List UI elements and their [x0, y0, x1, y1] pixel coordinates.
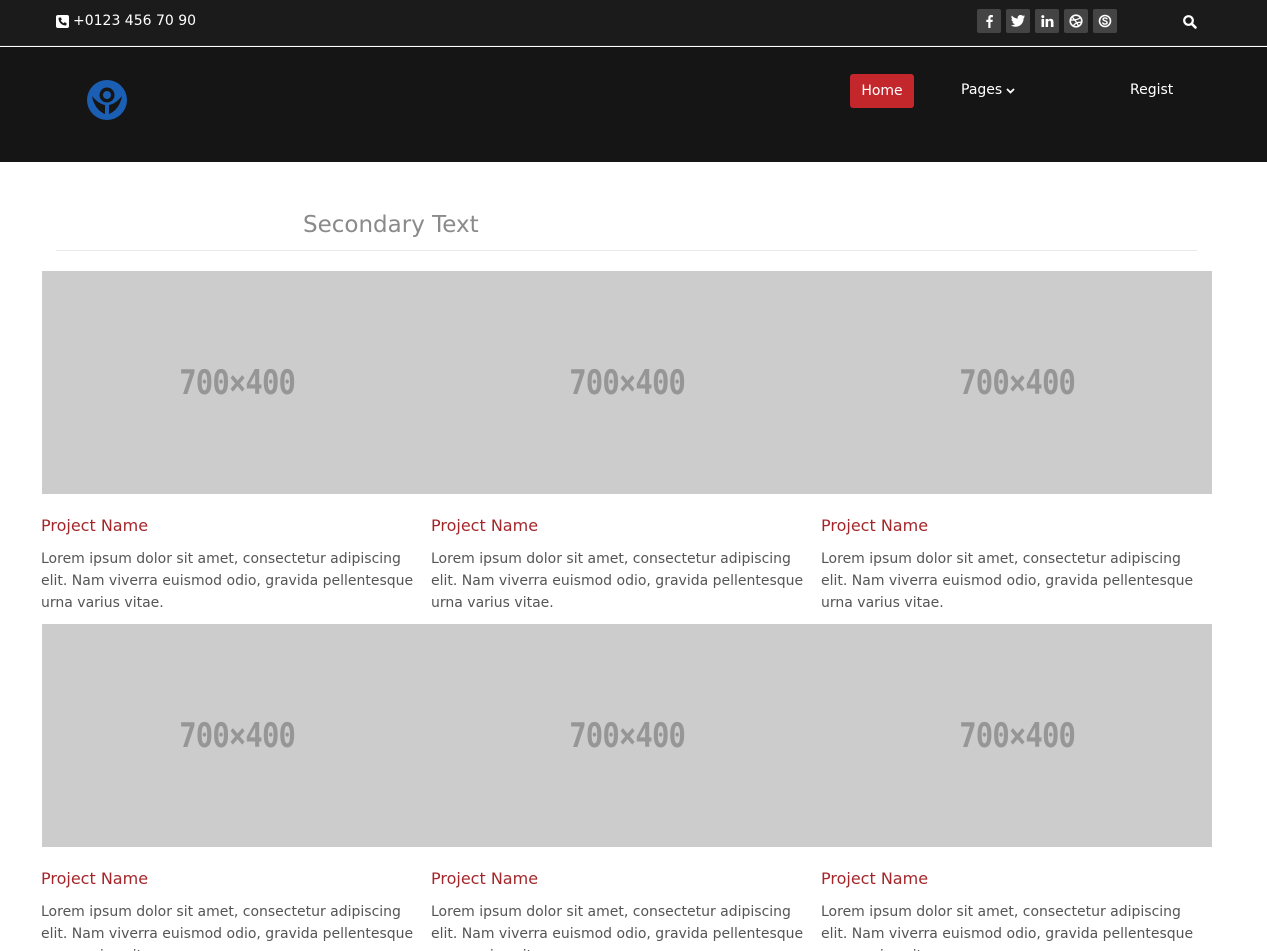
- nav-pages-label: Pages: [961, 82, 1003, 98]
- phone-icon: [56, 14, 69, 28]
- phone-contact: +0123 456 70 90: [56, 13, 196, 29]
- project-description: Lorem ipsum dolor sit amet, consectetur …: [431, 904, 804, 951]
- project-image[interactable]: 700×400: [822, 624, 1212, 847]
- linkedin-icon[interactable]: [1035, 9, 1059, 33]
- project-name-link[interactable]: Project Name: [41, 869, 148, 888]
- nav-regist[interactable]: Regist: [1130, 82, 1173, 98]
- project-image[interactable]: 700×400: [822, 271, 1212, 494]
- phone-number: +0123 456 70 90: [73, 13, 197, 29]
- project-description: Lorem ipsum dolor sit amet, consectetur …: [431, 551, 804, 611]
- image-size-label: 700×400: [569, 362, 686, 403]
- project-name-link[interactable]: Project Name: [431, 516, 538, 535]
- section-title: Secondary Text: [303, 212, 479, 238]
- image-size-label: 700×400: [959, 362, 1076, 403]
- project-image[interactable]: 700×400: [432, 624, 822, 847]
- logo[interactable]: [86, 79, 128, 121]
- section-divider: [56, 250, 1197, 251]
- main-navbar: [0, 47, 1267, 162]
- image-size-label: 700×400: [179, 715, 296, 756]
- nav-home[interactable]: Home: [850, 74, 914, 108]
- project-image[interactable]: 700×400: [42, 624, 432, 847]
- project-name-link[interactable]: Project Name: [41, 516, 148, 535]
- skype-icon[interactable]: [1093, 9, 1117, 33]
- nav-pages[interactable]: Pages: [961, 82, 1015, 98]
- project-description: Lorem ipsum dolor sit amet, consectetur …: [41, 551, 414, 611]
- facebook-icon[interactable]: [977, 9, 1001, 33]
- topbar: +0123 456 70 90: [0, 0, 1267, 46]
- project-description: Lorem ipsum dolor sit amet, consectetur …: [821, 551, 1194, 611]
- search-icon[interactable]: [1182, 14, 1198, 30]
- image-size-label: 700×400: [179, 362, 296, 403]
- project-name-link[interactable]: Project Name: [821, 516, 928, 535]
- project-name-link[interactable]: Project Name: [431, 869, 538, 888]
- chevron-down-icon: [1006, 82, 1015, 98]
- twitter-icon[interactable]: [1006, 9, 1030, 33]
- project-image[interactable]: 700×400: [42, 271, 432, 494]
- project-description: Lorem ipsum dolor sit amet, consectetur …: [821, 904, 1194, 951]
- dribbble-icon[interactable]: [1064, 9, 1088, 33]
- social-links: [977, 9, 1117, 33]
- project-name-link[interactable]: Project Name: [821, 869, 928, 888]
- project-description: Lorem ipsum dolor sit amet, consectetur …: [41, 904, 414, 951]
- image-size-label: 700×400: [569, 715, 686, 756]
- project-image[interactable]: 700×400: [432, 271, 822, 494]
- image-size-label: 700×400: [959, 715, 1076, 756]
